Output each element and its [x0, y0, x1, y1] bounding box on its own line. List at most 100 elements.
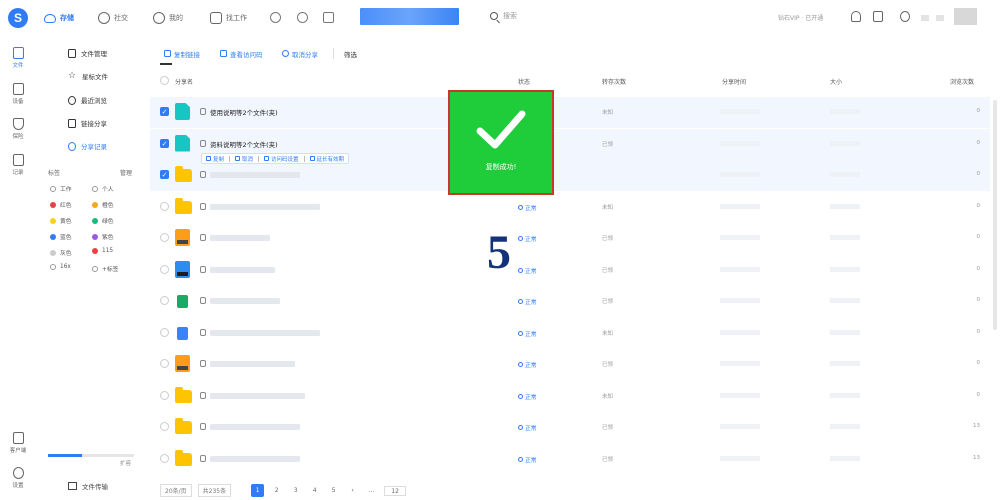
column-header-time[interactable]: 分享时间: [722, 77, 746, 86]
tag-add[interactable]: +标签: [92, 264, 118, 273]
rail-files[interactable]: 文件: [6, 47, 30, 69]
tag-item[interactable]: 紫色: [92, 232, 114, 241]
row-checkbox[interactable]: [160, 327, 169, 337]
rail-devices[interactable]: 设备: [6, 83, 30, 105]
table-row[interactable]: ✓ 0: [150, 160, 990, 191]
row-checkbox[interactable]: [160, 453, 169, 463]
tags-manage-link[interactable]: 管理: [120, 168, 132, 177]
search-box[interactable]: 搜索: [490, 11, 517, 21]
row-checkbox[interactable]: ✓: [160, 170, 169, 179]
redacted-file-name[interactable]: [210, 455, 300, 462]
tag-item[interactable]: 红色: [50, 200, 72, 209]
rail-settings[interactable]: 设置: [6, 467, 30, 489]
file-name[interactable]: 使用说明等2个文件(夹): [210, 107, 278, 117]
select-all-checkbox[interactable]: [160, 76, 169, 85]
file-transfer-button[interactable]: 文件传输: [68, 481, 108, 491]
row-cancel-button[interactable]: 取消: [235, 155, 253, 163]
table-row[interactable]: 正常 已领 0: [150, 223, 990, 254]
tag-item[interactable]: 115: [92, 248, 113, 254]
view-code-button[interactable]: 查看访问码: [220, 48, 263, 59]
rail-client[interactable]: 客户端: [6, 432, 30, 454]
row-access-code-button[interactable]: 访问码设置: [264, 155, 299, 163]
redacted-file-name[interactable]: [210, 172, 300, 178]
tag-item[interactable]: 16x: [50, 264, 71, 270]
tag-item[interactable]: 灰色: [50, 248, 72, 257]
copy-link-button[interactable]: 复制链接: [164, 48, 200, 59]
column-header-copies[interactable]: 转存次数: [602, 77, 626, 86]
page-size-select[interactable]: 20条/页: [160, 484, 192, 497]
column-header-size[interactable]: 大小: [830, 77, 842, 86]
column-header-views[interactable]: 浏览次数: [950, 77, 974, 86]
row-checkbox[interactable]: [160, 390, 169, 400]
redacted-file-name[interactable]: [210, 298, 280, 304]
table-row[interactable]: 正常 已领 0: [150, 255, 990, 286]
row-checkbox[interactable]: [160, 233, 169, 242]
row-checkbox[interactable]: ✓: [160, 138, 169, 148]
table-row[interactable]: 正常 已领 0: [150, 349, 990, 380]
row-checkbox[interactable]: ✓: [160, 107, 169, 116]
redacted-file-name[interactable]: [210, 235, 270, 241]
tag-item[interactable]: 个人: [92, 184, 114, 193]
nav-social[interactable]: 社交: [98, 9, 128, 27]
table-row[interactable]: 正常 未知 0: [150, 192, 990, 223]
tag-item[interactable]: 黄色: [50, 216, 72, 225]
row-checkbox[interactable]: [160, 264, 169, 274]
page-3[interactable]: 3: [289, 487, 302, 494]
monitor-icon[interactable]: [323, 12, 334, 23]
column-header-name[interactable]: 分享名: [175, 77, 193, 86]
row-checkbox[interactable]: [160, 296, 169, 305]
redacted-file-name[interactable]: [210, 424, 300, 430]
page-4[interactable]: 4: [308, 487, 321, 494]
filter-button[interactable]: 筛选: [344, 48, 357, 59]
redacted-file-name[interactable]: [210, 392, 305, 399]
tag-item[interactable]: 蓝色: [50, 232, 72, 241]
sidebar-item-link-share[interactable]: 链接分享: [68, 118, 107, 128]
row-extend-button[interactable]: 延长有效期: [309, 155, 344, 163]
table-row[interactable]: 正常 已领 0: [150, 286, 990, 317]
cancel-share-button[interactable]: 取消分享: [282, 48, 318, 59]
page-2[interactable]: 2: [270, 487, 283, 494]
storage-upgrade-link[interactable]: 扩容: [120, 459, 131, 467]
headset-icon[interactable]: [851, 11, 861, 22]
tag-item[interactable]: 橙色: [92, 200, 114, 209]
nav-storage[interactable]: 存储: [44, 9, 74, 27]
sidebar-item-recent[interactable]: 最近浏览: [68, 95, 107, 105]
compass-icon[interactable]: [297, 12, 308, 23]
sidebar-item-starred[interactable]: ☆ 星标文件: [68, 71, 108, 81]
page-jump-input[interactable]: 12: [384, 485, 407, 496]
column-header-status[interactable]: 状态: [518, 77, 530, 86]
rail-notes[interactable]: 记录: [6, 154, 30, 176]
row-checkbox[interactable]: [160, 422, 169, 431]
app-logo[interactable]: S: [8, 8, 28, 28]
notification-icon[interactable]: [873, 11, 883, 22]
table-row[interactable]: 正常 已领 13: [150, 412, 990, 443]
table-row[interactable]: 正常 已领 13: [150, 444, 990, 475]
sidebar-item-share-records[interactable]: 分享记录: [68, 141, 107, 151]
scrollbar[interactable]: [993, 100, 997, 330]
next-page-button[interactable]: ›: [346, 487, 359, 494]
file-name[interactable]: 资料说明等2个文件(夹): [210, 139, 278, 149]
row-checkbox[interactable]: [160, 359, 169, 368]
nav-mine[interactable]: 我的: [153, 9, 183, 27]
row-checkbox[interactable]: [160, 201, 169, 211]
redacted-file-name[interactable]: [210, 329, 320, 336]
page-1[interactable]: 1: [251, 484, 265, 497]
sidebar-item-file-manage[interactable]: 文件管理: [68, 48, 107, 58]
user-icon[interactable]: [900, 11, 910, 22]
table-row[interactable]: 正常 未知 0: [150, 318, 990, 349]
more-circle-icon[interactable]: [270, 12, 281, 23]
row-cancel-label: 取消: [242, 156, 254, 163]
redacted-file-name[interactable]: [210, 361, 295, 367]
redacted-file-name[interactable]: [210, 203, 320, 210]
page-5[interactable]: 5: [327, 487, 340, 494]
redacted-file-name[interactable]: [210, 266, 275, 273]
table-row[interactable]: ✓ 使用说明等2个文件(夹) 未知 0: [150, 97, 990, 128]
row-copy-button[interactable]: 复制: [206, 155, 224, 163]
tag-item[interactable]: 工作: [50, 184, 72, 193]
tag-dot-icon: [50, 185, 56, 192]
rail-safe[interactable]: 保险: [6, 118, 30, 140]
tag-item[interactable]: 绿色: [92, 216, 114, 225]
table-row[interactable]: 正常 未知 0: [150, 381, 990, 412]
avatar[interactable]: [954, 8, 977, 25]
nav-jobs[interactable]: 找工作: [210, 9, 247, 27]
